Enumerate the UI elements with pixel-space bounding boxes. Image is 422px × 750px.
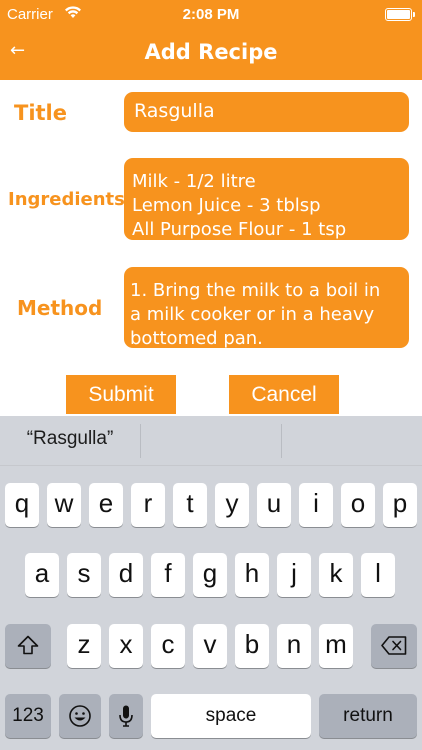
shift-arrow-icon: [17, 624, 39, 655]
key-s[interactable]: s: [67, 553, 101, 597]
shift-key[interactable]: [5, 624, 51, 668]
suggestion-item[interactable]: “Rasgulla”: [0, 416, 140, 466]
ingredients-line: Lemon Juice - 3 tblsp: [132, 195, 321, 216]
key-k[interactable]: k: [319, 553, 353, 597]
keyboard: “Rasgulla” q w e r t y u i o p a s d f g…: [0, 416, 422, 750]
key-f[interactable]: f: [151, 553, 185, 597]
top-bar: Carrier 2:08 PM ← Add Recipe: [0, 0, 422, 80]
title-input[interactable]: Rasgulla: [124, 92, 409, 132]
emoji-icon: [68, 694, 92, 728]
key-i[interactable]: i: [299, 483, 333, 527]
status-bar: Carrier 2:08 PM: [0, 0, 422, 30]
submit-button[interactable]: Submit: [66, 375, 176, 414]
page-title: Add Recipe: [144, 40, 278, 64]
key-v[interactable]: v: [193, 624, 227, 668]
backspace-icon: [381, 624, 407, 655]
key-p[interactable]: p: [383, 483, 417, 527]
key-m[interactable]: m: [319, 624, 353, 668]
key-h[interactable]: h: [235, 553, 269, 597]
method-label: Method: [17, 296, 103, 320]
return-key[interactable]: return: [319, 694, 417, 738]
key-w[interactable]: w: [47, 483, 81, 527]
method-textarea[interactable]: 1. Bring the milk to a boil in a milk co…: [124, 267, 409, 348]
key-y[interactable]: y: [215, 483, 249, 527]
ingredients-line: Milk - 1/2 litre: [132, 171, 256, 192]
method-line: bottomed pan.: [130, 328, 263, 348]
suggestion-bar: “Rasgulla”: [0, 416, 422, 466]
battery-icon: [385, 8, 415, 21]
space-key[interactable]: space: [151, 694, 311, 738]
ingredients-line: All Purpose Flour - 1 tsp: [132, 219, 347, 240]
title-label: Title: [14, 101, 68, 125]
key-d[interactable]: d: [109, 553, 143, 597]
cancel-button[interactable]: Cancel: [229, 375, 339, 414]
key-c[interactable]: c: [151, 624, 185, 668]
key-l[interactable]: l: [361, 553, 395, 597]
microphone-icon: [118, 694, 134, 728]
key-g[interactable]: g: [193, 553, 227, 597]
method-line: 1. Bring the milk to a boil in: [130, 280, 381, 301]
key-a[interactable]: a: [25, 553, 59, 597]
emoji-key[interactable]: [59, 694, 101, 738]
ingredients-label: Ingredients: [8, 189, 125, 210]
key-z[interactable]: z: [67, 624, 101, 668]
suggestion-item[interactable]: [282, 416, 422, 466]
key-e[interactable]: e: [89, 483, 123, 527]
key-t[interactable]: t: [173, 483, 207, 527]
numbers-key[interactable]: 123: [5, 694, 51, 738]
key-u[interactable]: u: [257, 483, 291, 527]
key-o[interactable]: o: [341, 483, 375, 527]
delete-key[interactable]: [371, 624, 417, 668]
key-q[interactable]: q: [5, 483, 39, 527]
title-input-value: Rasgulla: [134, 100, 215, 122]
key-n[interactable]: n: [277, 624, 311, 668]
key-r[interactable]: r: [131, 483, 165, 527]
method-line: a milk cooker or in a heavy: [130, 304, 375, 325]
key-j[interactable]: j: [277, 553, 311, 597]
key-x[interactable]: x: [109, 624, 143, 668]
status-time: 2:08 PM: [182, 6, 240, 23]
suggestion-item[interactable]: [141, 416, 281, 466]
ingredients-textarea[interactable]: Milk - 1/2 litre Lemon Juice - 3 tblsp A…: [124, 158, 409, 240]
key-b[interactable]: b: [235, 624, 269, 668]
dictation-key[interactable]: [109, 694, 143, 738]
